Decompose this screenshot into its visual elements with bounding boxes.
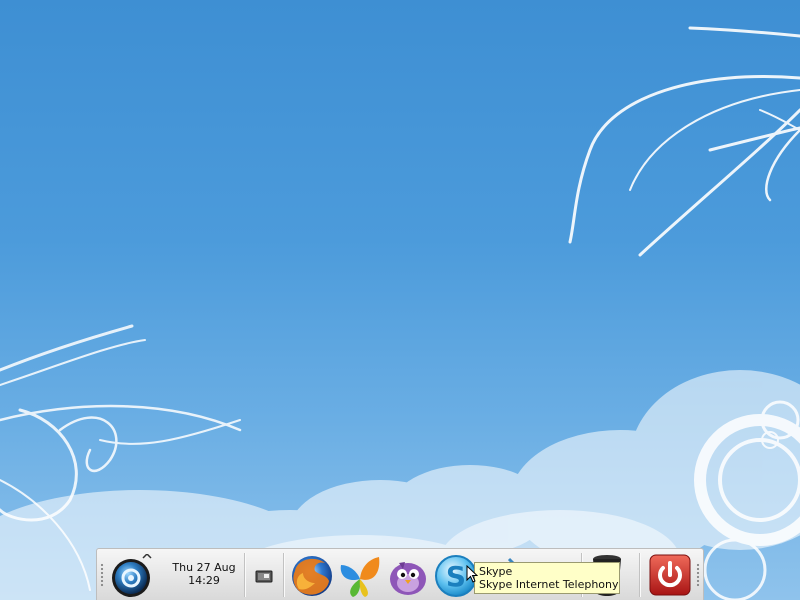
- panel-separator: [244, 553, 245, 597]
- firefox-icon: [292, 556, 332, 596]
- power-icon: [649, 554, 691, 596]
- panel-drag-handle-right[interactable]: [696, 563, 700, 587]
- main-menu-button[interactable]: [109, 552, 153, 602]
- shutdown-button[interactable]: [649, 554, 691, 600]
- firefox-launcher[interactable]: [289, 553, 335, 603]
- desktop-background: [0, 0, 800, 600]
- clock-time: 14:29: [188, 574, 220, 587]
- pidgin-icon: [390, 562, 426, 595]
- main-menu-icon: [112, 552, 152, 597]
- show-desktop-button[interactable]: [255, 568, 273, 587]
- clock-date: Thu 27 Aug: [172, 561, 236, 574]
- clock[interactable]: Thu 27 Aug 14:29: [167, 561, 241, 587]
- panel-separator: [283, 553, 284, 597]
- skype-tooltip: Skype Skype Internet Telephony: [474, 562, 620, 594]
- panel-drag-handle-left[interactable]: [100, 563, 104, 587]
- msn-messenger-icon: [340, 557, 380, 597]
- msn-messenger-launcher[interactable]: [337, 553, 383, 603]
- tooltip-description: Skype Internet Telephony: [479, 578, 619, 591]
- tooltip-title: Skype: [479, 565, 513, 578]
- panel-separator: [639, 553, 640, 597]
- mouse-cursor-icon: [466, 565, 478, 583]
- pidgin-launcher[interactable]: [385, 553, 431, 603]
- svg-text:S: S: [446, 560, 466, 593]
- wallpaper-decoration: [0, 26, 800, 600]
- show-desktop-icon: [255, 570, 273, 583]
